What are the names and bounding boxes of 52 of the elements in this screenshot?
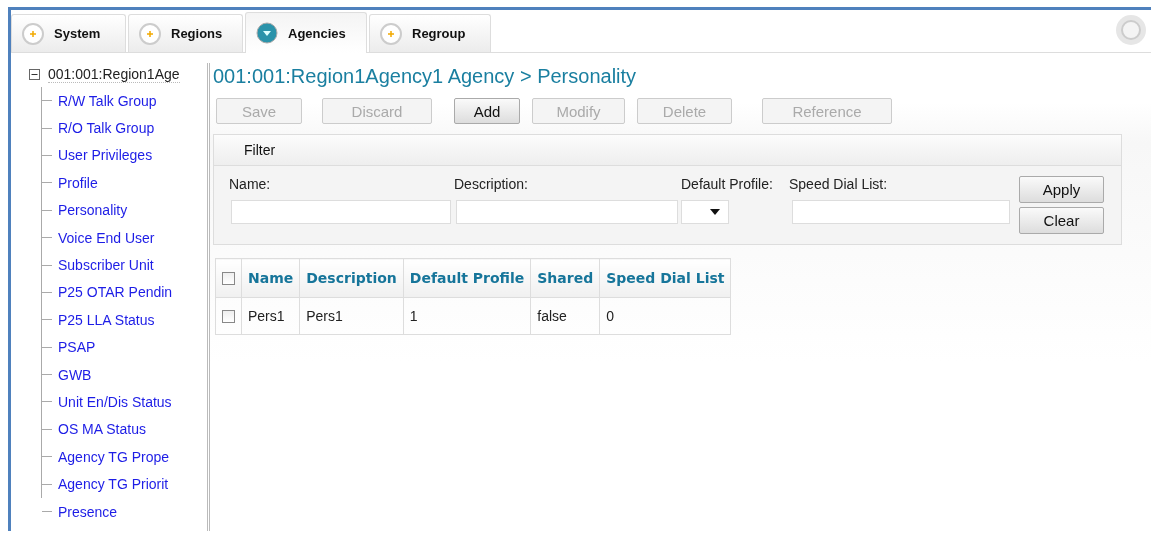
chevron-icon [256,22,278,44]
toolbar-button[interactable]: Add [454,98,520,124]
tree-item[interactable]: GWB [58,366,92,383]
tree-item[interactable]: Unit En/Dis Status [58,394,172,410]
plus-icon [380,22,402,45]
tree-item[interactable]: Subscriber Unit [58,257,154,274]
tree-item[interactable]: Agency TG Prope [58,448,170,465]
page-title: 001:001:Region1Agency1 Agency > Personality [213,65,638,88]
tree-item[interactable]: Personality [58,202,128,219]
tree-item[interactable]: Voice End User [58,229,155,246]
tree-item[interactable]: 001:001:Region1Age [48,65,180,83]
tab[interactable]: Regions [128,14,243,52]
field-label: Description: [454,176,529,194]
table-cell: 0 [599,297,731,335]
tree-item[interactable]: User Privileges [58,147,153,164]
tree-item[interactable]: OS MA Status [58,421,146,438]
minus-icon[interactable] [29,68,40,80]
tree-item[interactable]: R/W Talk Group [58,92,157,109]
table-cell: false [530,297,600,335]
field-label: Name: [229,176,272,194]
filter-button[interactable]: Apply [1019,176,1104,203]
tree-item[interactable]: Profile [58,174,98,191]
column-header[interactable]: Shared [530,258,600,298]
field-label: Speed Dial List: [789,176,889,194]
caret-icon [710,209,720,215]
column-header[interactable]: Description [299,258,404,298]
tree-item[interactable]: Agency TG Priorit [58,476,169,493]
tree-item[interactable]: Presence [58,503,118,520]
column-header[interactable]: Speed Dial List [599,258,731,298]
tab[interactable]: Regroup [369,14,491,52]
filter-button[interactable]: Clear [1019,207,1104,234]
plus-icon [139,22,161,45]
checkbox[interactable] [222,271,235,285]
dropdown[interactable] [681,200,729,224]
column-header[interactable]: Name [241,258,300,298]
tab[interactable]: System [11,14,126,52]
table-cell: Pers1 [241,297,300,335]
plus-icon [22,22,44,45]
table-cell: 1 [403,297,531,335]
column-header[interactable]: Default Profile [403,258,531,298]
table-cell: Pers1 [299,297,404,335]
tree-item[interactable]: R/O Talk Group [58,120,155,137]
panel-title: Filter [244,142,276,158]
tab[interactable]: Agencies [245,12,367,53]
tree-item[interactable]: PSAP [58,339,96,356]
checkbox[interactable] [222,309,235,323]
tree-item[interactable]: P25 OTAR Pendin [58,284,173,301]
tree-item[interactable]: P25 LLA Status [58,311,155,328]
field-label: Default Profile: [681,176,774,194]
input-field[interactable] [231,200,451,224]
input-field[interactable] [792,200,1010,224]
input-field[interactable] [456,200,678,224]
